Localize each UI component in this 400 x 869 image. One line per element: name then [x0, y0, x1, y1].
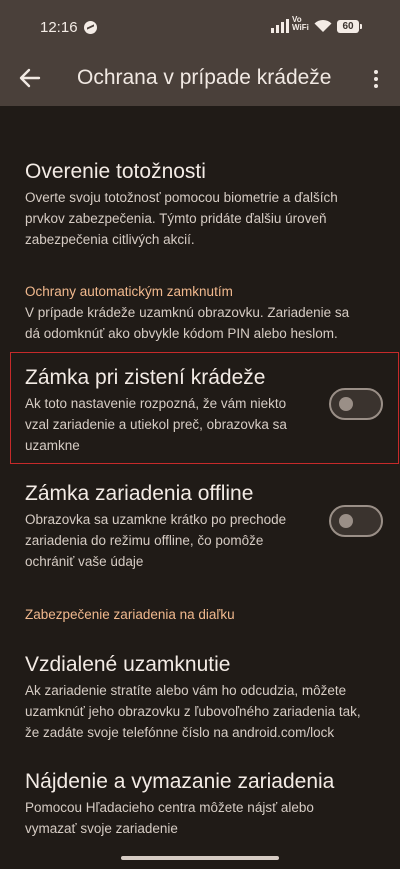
remote-lock-desc-line: Ak zariadenie stratíte alebo vám ho odcu… [25, 683, 347, 698]
offline-lock-desc-line: ochrániť vaše údaje [25, 554, 144, 569]
status-time: 12:16 [40, 19, 78, 36]
section-heading-remote: Zabezpečenie zariadenia na diaľku [25, 607, 235, 622]
signal-icon [271, 19, 289, 33]
theft-lock-title: Zámka pri zistení krádeže [25, 366, 266, 389]
theft-lock-desc-line: uzamkne [25, 438, 80, 453]
find-erase-desc-line: Pomocou Hľadacieho centra môžete nájsť a… [25, 800, 314, 815]
toggle-knob [339, 397, 353, 411]
remote-lock-title: Vzdialené uzamknutie [25, 653, 231, 676]
back-arrow-icon[interactable] [16, 64, 44, 92]
toggle-knob [339, 514, 353, 528]
identity-desc-line: Overte svoju totožnosť pomocou biometrie… [25, 190, 338, 205]
theft-lock-desc-line: vzal zariadenie a utiekol preč, obrazovk… [25, 417, 287, 432]
auto-lock-section-desc: V prípade krádeže uzamknú obrazovku. Zar… [25, 302, 349, 344]
status-bar: 12:16 Vo WiFi 60 [0, 0, 400, 56]
remote-lock-desc: Ak zariadenie stratíte alebo vám ho odcu… [25, 680, 361, 743]
offline-lock-title: Zámka zariadenia offline [25, 482, 254, 505]
find-erase-desc-line: vymazať svoje zariadenie [25, 821, 178, 836]
offline-lock-desc: Obrazovka sa uzamkne krátko po prechode … [25, 509, 286, 572]
battery-icon: 60 [337, 20, 362, 33]
offline-lock-desc-line: zariadenia do režimu offline, čo pomôže [25, 533, 264, 548]
identity-desc: Overte svoju totožnosť pomocou biometrie… [25, 187, 338, 250]
auto-lock-desc-line: V prípade krádeže uzamknú obrazovku. Zar… [25, 305, 350, 320]
remote-lock-desc-line: uzamknúť jeho obrazovku z ľubovoľného za… [25, 704, 361, 719]
top-app-bar: 12:16 Vo WiFi 60 Ochrana v prípade krádež… [0, 0, 400, 106]
theft-lock-desc-line: Ak toto nastavenie rozpozná, že vám niek… [25, 396, 287, 411]
find-erase-title: Nájdenie a vymazanie zariadenia [25, 770, 335, 793]
gesture-navigation-bar[interactable] [121, 856, 279, 860]
more-options-icon[interactable] [366, 66, 386, 92]
vowifi-icon: Vo WiFi [292, 16, 309, 32]
auto-lock-desc-line: dá odomknúť ako obvykle kódom PIN alebo … [25, 326, 338, 341]
identity-title: Overenie totožnosti [25, 160, 206, 183]
theft-lock-desc: Ak toto nastavenie rozpozná, že vám niek… [25, 393, 287, 456]
section-heading-auto-lock: Ochrany automatickým zamknutím [25, 284, 233, 299]
vowifi-line2: WiFi [292, 23, 309, 32]
remote-lock-desc-line: že zadáte svoje telefónne číslo na andro… [25, 725, 335, 740]
offline-lock-desc-line: Obrazovka sa uzamkne krátko po prechode [25, 512, 287, 527]
identity-desc-line: zabezpečenia citlivých akcií. [25, 232, 195, 247]
identity-desc-line: prvkov zabezpečenia. Týmto pridáte ďalši… [25, 211, 327, 226]
theft-lock-toggle[interactable] [329, 388, 383, 420]
wifi-icon [314, 19, 332, 32]
find-erase-desc: Pomocou Hľadacieho centra môžete nájsť a… [25, 797, 314, 839]
offline-lock-toggle[interactable] [329, 505, 383, 537]
messenger-icon [84, 21, 97, 34]
page-title: Ochrana v prípade krádeže [77, 66, 332, 89]
